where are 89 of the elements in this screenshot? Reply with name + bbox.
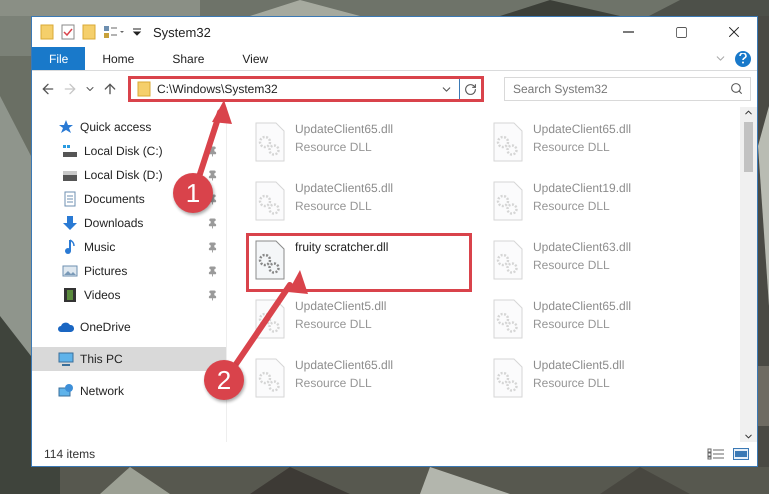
document-icon	[62, 191, 78, 207]
file-type: Resource DLL	[533, 317, 610, 331]
file-type: Resource DLL	[295, 199, 372, 213]
pin-icon[interactable]	[207, 266, 218, 276]
film-icon	[62, 287, 78, 303]
star-icon	[58, 119, 74, 135]
sidebar-item[interactable]: Quick access	[80, 120, 152, 134]
help-icon[interactable]	[735, 50, 751, 66]
file-name[interactable]: UpdateClient65.dll	[295, 122, 394, 136]
sidebar-item[interactable]: Documents	[84, 192, 145, 206]
scrollbar[interactable]	[740, 107, 757, 442]
pin-icon[interactable]	[207, 218, 218, 228]
details-view-icon[interactable]	[707, 448, 725, 460]
file-type: Resource DLL	[533, 140, 610, 154]
file-name[interactable]: UpdateClient65.dll	[295, 181, 394, 195]
refresh-icon	[464, 82, 477, 96]
maximize-icon	[674, 26, 688, 38]
folder-icon	[137, 81, 151, 97]
file-item[interactable]: UpdateClient65.dll Resource DLL	[484, 115, 710, 167]
ribbon-tab[interactable]: Share	[155, 47, 222, 70]
file-gear-icon	[255, 358, 285, 398]
file-item[interactable]: UpdateClient65.dll Resource DLL	[246, 351, 472, 403]
picture-icon	[62, 263, 78, 279]
up-button[interactable]	[102, 81, 118, 97]
file-gear-icon	[255, 240, 285, 280]
sidebar-item[interactable]: Local Disk (D:)	[84, 168, 163, 182]
file-type: Resource DLL	[295, 317, 372, 331]
sidebar-item[interactable]: OneDrive	[80, 320, 131, 334]
ribbon-tab[interactable]: View	[225, 47, 286, 70]
file-item[interactable]: UpdateClient63.dll Resource DLL	[484, 233, 710, 285]
file-item[interactable]: fruity scratcher.dll	[246, 233, 472, 292]
sidebar-item[interactable]: Pictures	[84, 264, 128, 278]
file-name[interactable]: UpdateClient5.dll	[295, 299, 386, 313]
file-gear-icon	[493, 358, 523, 398]
file-type: Resource DLL	[533, 376, 610, 390]
file-gear-icon	[493, 181, 523, 221]
file-type: Resource DLL	[533, 258, 610, 272]
large-icons-view-icon[interactable]	[733, 448, 749, 460]
file-name[interactable]: UpdateClient5.dll	[533, 358, 624, 372]
window-title: System32	[153, 24, 211, 40]
file-item[interactable]: UpdateClient65.dll Resource DLL	[246, 174, 472, 226]
file-name[interactable]: UpdateClient65.dll	[533, 122, 632, 136]
file-gear-icon	[493, 240, 523, 280]
file-type: Resource DLL	[295, 140, 372, 154]
file-gear-icon	[255, 181, 285, 221]
sidebar-item[interactable]: Videos	[84, 288, 120, 302]
drive-icon	[62, 143, 78, 159]
sidebar-item[interactable]: Local Disk (C:)	[84, 144, 163, 158]
sidebar-item[interactable]: Music	[84, 240, 116, 254]
sidebar-item[interactable]: Network	[80, 384, 124, 398]
file-item[interactable]: UpdateClient65.dll Resource DLL	[246, 115, 472, 167]
address-bar[interactable]: C:\Windows\System32	[128, 76, 484, 102]
down-arrow-icon	[62, 215, 78, 231]
file-item[interactable]: UpdateClient19.dll Resource DLL	[484, 174, 710, 226]
search-icon	[730, 82, 743, 95]
file-name[interactable]: UpdateClient65.dll	[533, 299, 632, 313]
network-icon	[58, 383, 74, 399]
file-name[interactable]: UpdateClient65.dll	[295, 358, 394, 372]
file-item[interactable]: UpdateClient5.dll Resource DLL	[246, 292, 472, 344]
pin-icon[interactable]	[207, 242, 218, 252]
file-gear-icon	[255, 299, 285, 339]
file-name[interactable]: UpdateClient19.dll	[533, 181, 632, 195]
file-item[interactable]: UpdateClient65.dll Resource DLL	[484, 292, 710, 344]
file-name[interactable]: fruity scratcher.dll	[295, 240, 388, 254]
pin-icon[interactable]	[207, 146, 218, 156]
address-path: C:\Windows\System32	[157, 82, 278, 96]
scrollbar-thumb[interactable]	[744, 122, 753, 172]
file-type: Resource DLL	[533, 199, 610, 213]
file-name[interactable]: UpdateClient63.dll	[533, 240, 632, 254]
pin-icon[interactable]	[207, 290, 218, 300]
file-menu-button[interactable]: File	[32, 47, 86, 70]
monitor-icon	[58, 351, 74, 367]
search-field[interactable]: Search System32	[504, 77, 751, 101]
file-gear-icon	[255, 122, 285, 162]
properties-icon[interactable]	[61, 24, 75, 40]
ribbon-tab[interactable]: Home	[85, 47, 152, 70]
sidebar-item[interactable]: This PC	[32, 347, 226, 371]
file-gear-icon	[493, 299, 523, 339]
view-options-icon[interactable]	[103, 25, 125, 39]
file-type: Resource DLL	[295, 376, 372, 390]
minimize-icon	[622, 31, 634, 33]
file-gear-icon	[493, 122, 523, 162]
file-item[interactable]: UpdateClient5.dll Resource DLL	[484, 351, 710, 403]
back-button[interactable]	[40, 81, 56, 97]
forward-arrow-icon	[62, 81, 78, 97]
pin-icon[interactable]	[207, 170, 218, 180]
item-count: 114 items	[44, 447, 96, 461]
customize-toolbar-icon[interactable]	[132, 27, 142, 37]
sidebar-item[interactable]: Downloads	[84, 216, 144, 230]
